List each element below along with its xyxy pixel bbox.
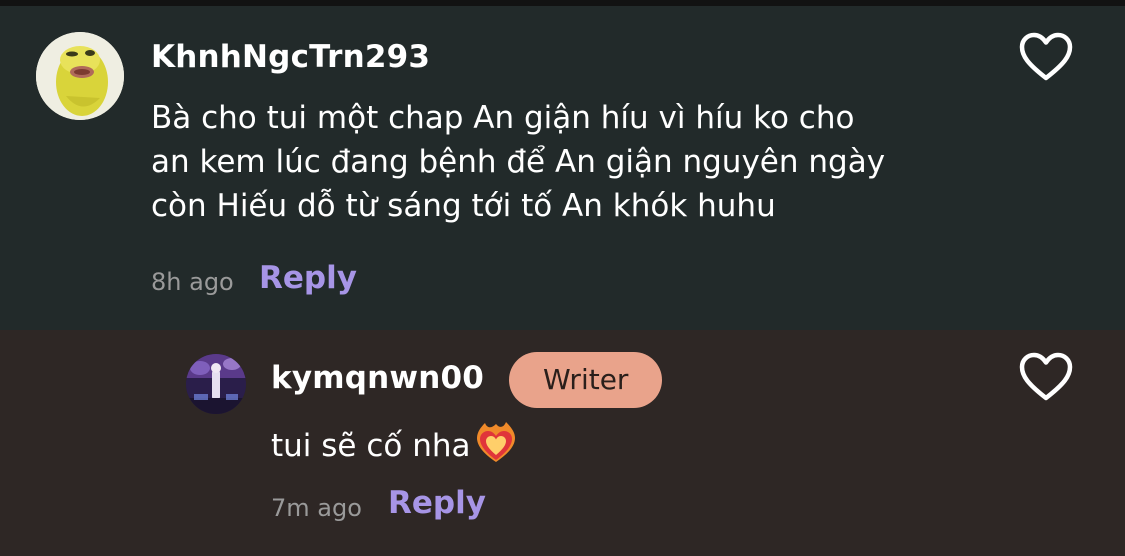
reply-username[interactable]: kymqnwn00 (271, 360, 484, 396)
reply-text-line: tui sẽ cố nha (271, 420, 519, 476)
comments-screen: KhnhNgcTrn293 Bà cho tui một chap An giậ… (0, 0, 1125, 556)
concert-photo-avatar-icon (186, 354, 246, 414)
comment-text: Bà cho tui một chap An giận híu vì híu k… (151, 96, 885, 228)
reply-text: tui sẽ cố nha (271, 428, 471, 464)
comment-text-line: an kem lúc đang bệnh để An giận nguyên n… (151, 144, 886, 180)
comment-card: KhnhNgcTrn293 Bà cho tui một chap An giậ… (0, 6, 1125, 330)
yellow-character-avatar-icon (36, 32, 124, 120)
reply-avatar[interactable] (186, 354, 246, 414)
comment-reply-button[interactable]: Reply (259, 260, 357, 296)
reply-like-button[interactable] (1018, 351, 1074, 403)
commenter-username[interactable]: KhnhNgcTrn293 (151, 39, 430, 75)
heart-on-fire-icon (473, 420, 519, 476)
comment-like-button[interactable] (1018, 31, 1074, 83)
heart-outline-icon (1019, 352, 1073, 401)
reply-reply-button[interactable]: Reply (388, 485, 486, 521)
writer-badge: Writer (509, 352, 663, 408)
reply-timestamp: 7m ago (271, 494, 362, 522)
commenter-avatar[interactable] (36, 32, 124, 120)
comment-text-line: còn Hiếu dỗ từ sáng tới tố An khók huhu (151, 188, 776, 224)
heart-outline-icon (1019, 32, 1073, 81)
comment-timestamp: 8h ago (151, 268, 234, 296)
reply-card: kymqnwn00 Writer tui sẽ cố nha 7m ago Re… (0, 330, 1125, 556)
comment-text-line: Bà cho tui một chap An giận híu vì híu k… (151, 100, 855, 136)
